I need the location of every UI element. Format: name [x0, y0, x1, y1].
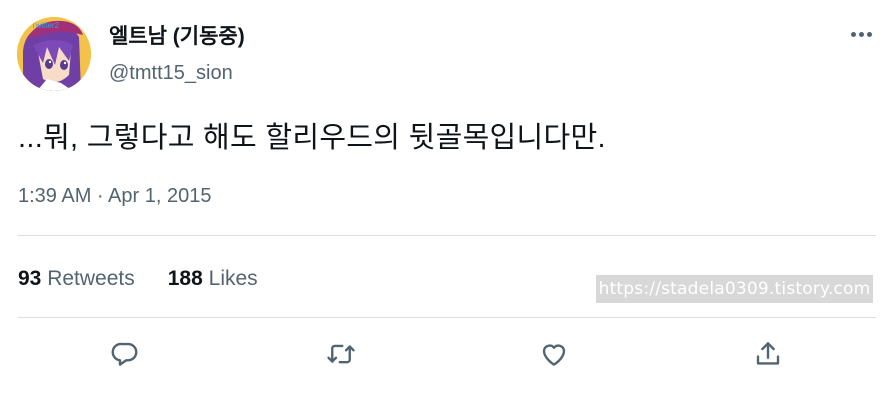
retweets-count: 93	[18, 267, 42, 290]
likes-label: Likes	[208, 267, 258, 290]
retweet-button[interactable]	[324, 337, 358, 371]
tweet-timestamp[interactable]: 1:39 AM · Apr 1, 2015	[18, 183, 211, 209]
display-name[interactable]: 엘트남 (기동중)	[109, 24, 245, 50]
heart-icon	[542, 344, 566, 366]
like-button[interactable]	[537, 337, 571, 371]
retweet-icon	[327, 344, 355, 364]
likes-stat[interactable]: 188 Likes	[168, 266, 258, 292]
anime-character-avatar-icon: Twitter2	[17, 17, 91, 91]
share-button[interactable]	[751, 337, 785, 371]
avatar[interactable]: Twitter2	[17, 17, 91, 91]
reply-button[interactable]	[108, 337, 142, 371]
retweets-stat[interactable]: 93 Retweets	[18, 266, 135, 292]
svg-text:Twitter2: Twitter2	[31, 21, 60, 30]
more-horizontal-icon	[849, 24, 873, 42]
reply-icon	[111, 342, 138, 366]
engagement-stats: 93 Retweets 188 Likes	[18, 266, 258, 292]
divider-bottom	[18, 317, 876, 318]
divider-top	[18, 235, 876, 236]
tweet-text: ...뭐, 그렇다고 해도 할리우드의 뒷골목입니다만.	[18, 122, 606, 154]
tweet-card: Twitter2 엘트남 (기동중) @tmtt15_sion ...뭐, 그렇…	[0, 0, 894, 409]
share-icon	[756, 342, 780, 365]
user-handle[interactable]: @tmtt15_sion	[109, 61, 233, 85]
watermark: https://stadela0309.tistory.com	[596, 275, 873, 303]
more-options-button[interactable]	[846, 20, 876, 46]
retweets-label: Retweets	[47, 267, 135, 290]
likes-count: 188	[167, 267, 203, 290]
